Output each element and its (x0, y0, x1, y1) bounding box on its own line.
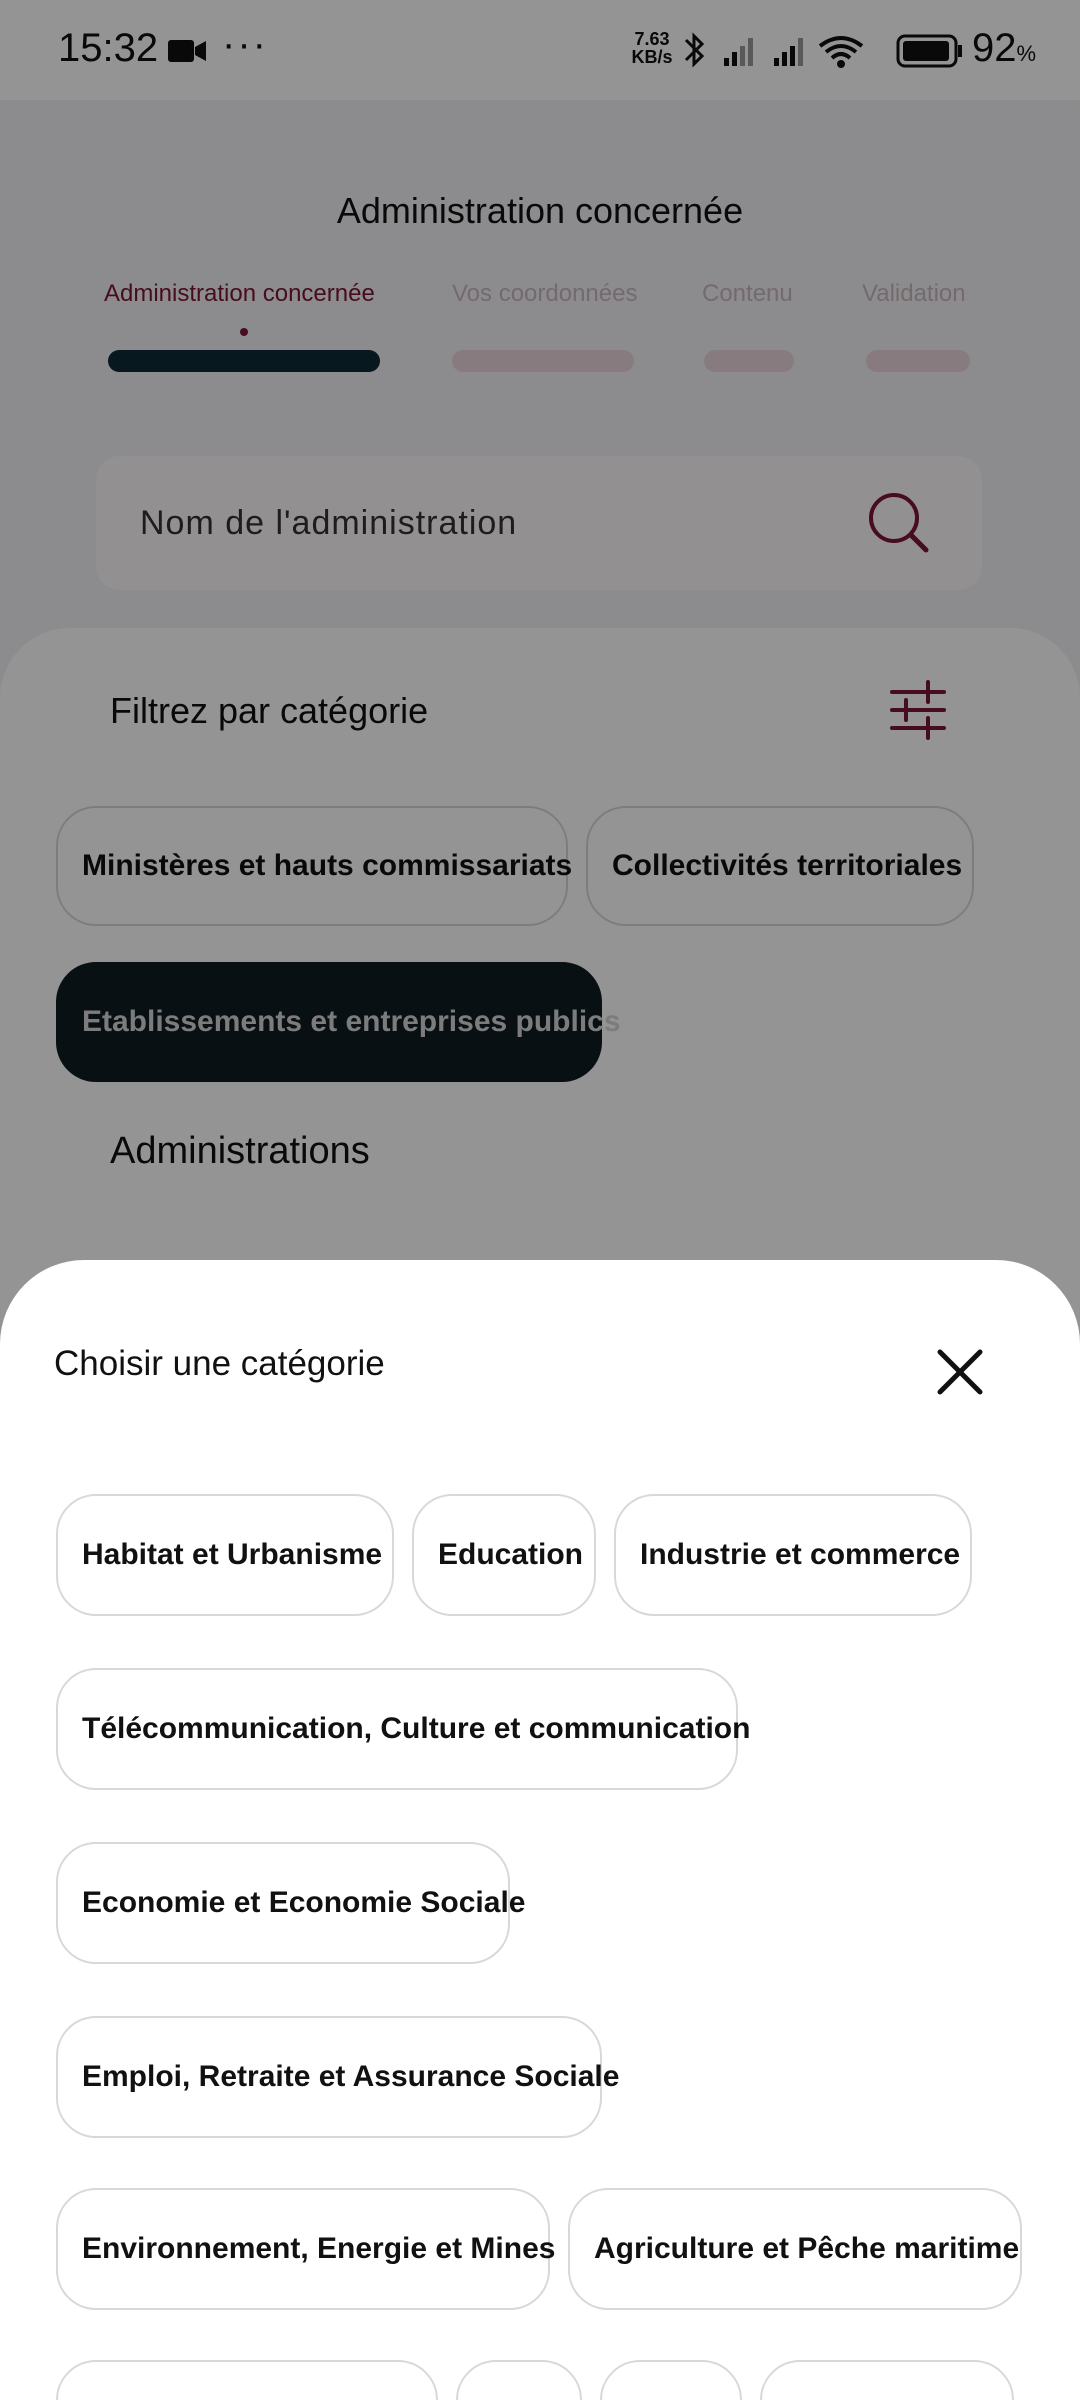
category-chip-industrie[interactable]: Industrie et commerce (614, 1494, 972, 1616)
category-chip-environnement[interactable]: Environnement, Energie et Mines (56, 2188, 555, 2310)
category-bottom-sheet: Choisir une catégorie Habitat et Urbanis… (0, 1260, 1080, 2400)
category-chip-partial[interactable] (760, 2360, 1014, 2400)
category-chip-habitat[interactable]: Habitat et Urbanisme (56, 1494, 394, 1616)
category-chip-education[interactable]: Education (412, 1494, 596, 1616)
category-chip-telecommunication[interactable]: Télécommunication, Culture et communicat… (56, 1668, 750, 1790)
category-chip-agriculture[interactable]: Agriculture et Pêche maritime (568, 2188, 1022, 2310)
sheet-title: Choisir une catégorie (54, 1344, 385, 1383)
category-chip-emploi[interactable]: Emploi, Retraite et Assurance Sociale (56, 2016, 619, 2138)
close-icon[interactable] (932, 1344, 988, 1400)
category-chip-economie[interactable]: Economie et Economie Sociale (56, 1842, 525, 1964)
category-chip-partial[interactable] (456, 2360, 582, 2400)
category-chip-partial[interactable] (56, 2360, 438, 2400)
app-screen: 15:32 ··· 7.63 KB/s 92% Administration c… (0, 0, 1080, 2400)
category-chip-partial[interactable] (600, 2360, 742, 2400)
